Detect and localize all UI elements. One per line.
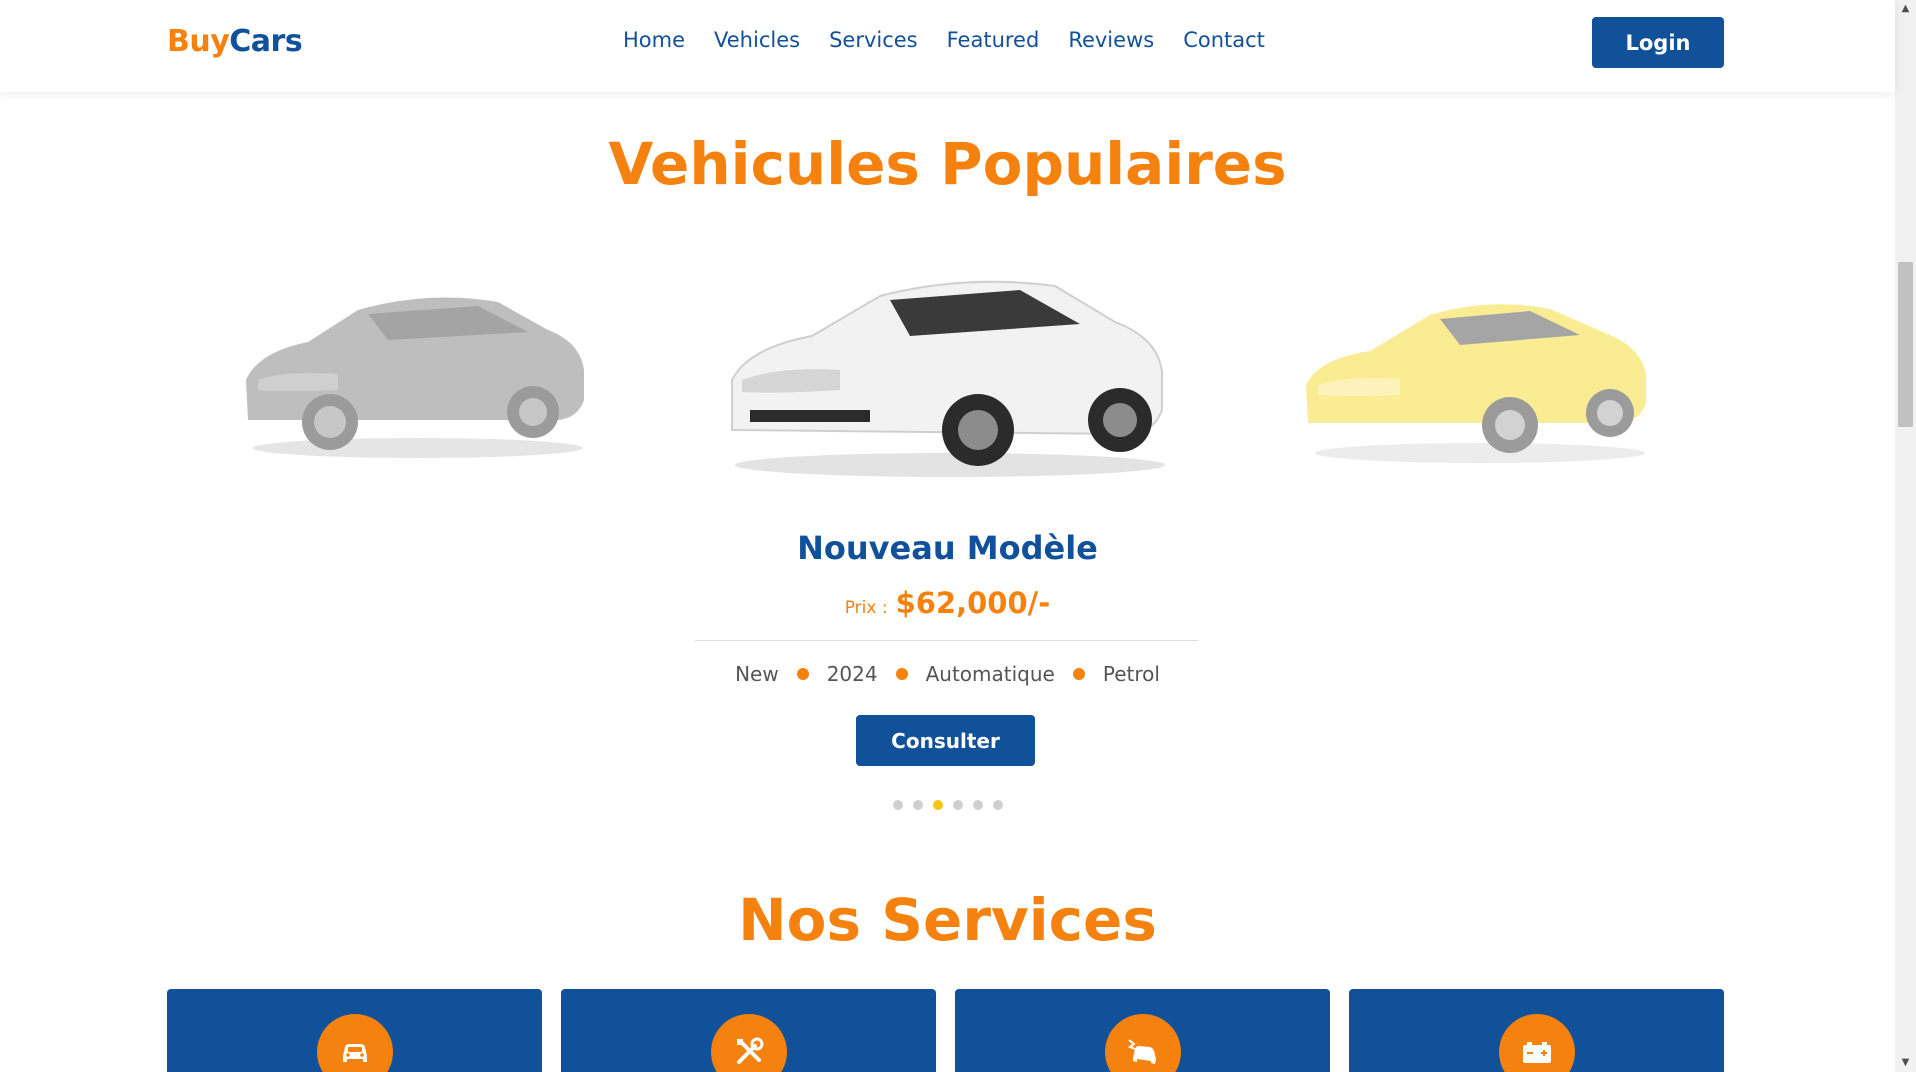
tools-icon <box>711 1014 787 1072</box>
spec-fuel: Petrol <box>1102 662 1160 686</box>
login-button[interactable]: Login <box>1592 17 1724 68</box>
nav-vehicles[interactable]: Vehicles <box>714 28 800 52</box>
car-image-grey[interactable] <box>228 270 598 470</box>
vehicle-specs: New 2024 Automatique Petrol <box>0 662 1895 686</box>
nav-services[interactable]: Services <box>829 28 918 52</box>
spec-year: 2024 <box>826 662 878 686</box>
consult-button[interactable]: Consulter <box>856 715 1035 766</box>
price-label: Prix : <box>844 598 888 618</box>
vehicle-model-name: Nouveau Modèle <box>797 529 1098 567</box>
vertical-scrollbar[interactable]: ▲ ▼ <box>1895 0 1916 1072</box>
service-card-crash[interactable] <box>955 989 1330 1072</box>
bullet-dot <box>895 668 908 680</box>
car-crash-icon <box>1105 1014 1181 1072</box>
nav-home[interactable]: Home <box>623 28 685 52</box>
service-card-car[interactable] <box>167 989 542 1072</box>
logo[interactable]: BuyCars <box>167 24 303 59</box>
carousel-pager <box>0 800 1895 810</box>
service-card-repair[interactable] <box>561 989 936 1072</box>
scrollbar-thumb[interactable] <box>1898 262 1913 427</box>
services-title: Nos Services <box>738 886 1157 954</box>
service-card-battery[interactable] <box>1349 989 1724 1072</box>
carousel-dot[interactable] <box>892 800 903 810</box>
main-nav: Home Vehicles Services Featured Reviews … <box>623 28 1265 52</box>
bullet-dot <box>1072 668 1085 680</box>
price-row: Prix : $62,000/- <box>0 586 1895 620</box>
logo-buy: Buy <box>167 24 230 59</box>
nav-reviews[interactable]: Reviews <box>1068 28 1154 52</box>
car-image-yellow[interactable] <box>1290 275 1660 470</box>
spec-condition: New <box>735 662 779 686</box>
carousel-dot[interactable] <box>932 800 943 810</box>
site-header: BuyCars Home Vehicles Services Featured … <box>0 0 1895 92</box>
carousel-dot[interactable] <box>972 800 983 810</box>
carousel-dot[interactable] <box>952 800 963 810</box>
divider <box>695 640 1198 641</box>
battery-icon <box>1499 1014 1575 1072</box>
carousel-dot[interactable] <box>912 800 923 810</box>
logo-cars: Cars <box>229 24 303 59</box>
price-value: $62,000/- <box>895 586 1051 620</box>
nav-contact[interactable]: Contact <box>1183 28 1265 52</box>
scroll-down-arrow-icon[interactable]: ▼ <box>1895 1054 1916 1072</box>
popular-vehicles-title: Vehicules Populaires <box>608 130 1287 198</box>
nav-featured[interactable]: Featured <box>947 28 1040 52</box>
carousel-dot[interactable] <box>992 800 1003 810</box>
scroll-up-arrow-icon[interactable]: ▲ <box>1895 0 1916 18</box>
bullet-dot <box>796 668 809 680</box>
car-image-white[interactable] <box>720 260 1170 485</box>
spec-transmission: Automatique <box>925 662 1055 686</box>
car-icon <box>317 1014 393 1072</box>
